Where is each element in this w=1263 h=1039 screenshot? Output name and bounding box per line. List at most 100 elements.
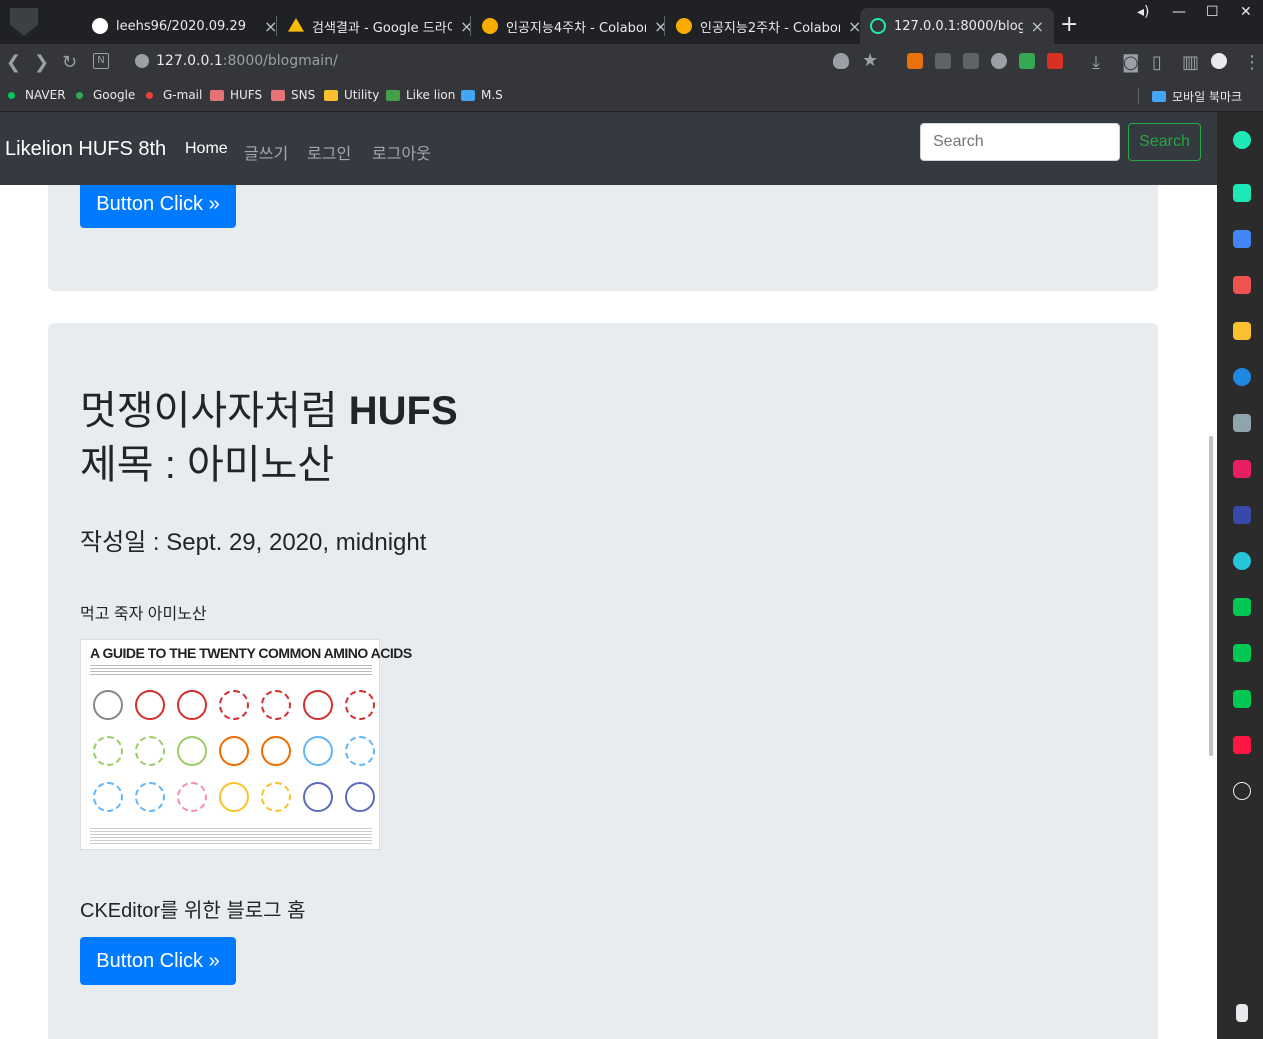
nav-write[interactable]: 글쓰기	[244, 140, 288, 164]
molecule-circle	[261, 736, 291, 766]
menu-icon[interactable]: ⋮	[1243, 52, 1261, 73]
tab-colab-2[interactable]: 인공지능2주차 - Colaboratory ×	[666, 8, 871, 44]
sidebar-toggle-icon[interactable]: ▥	[1182, 52, 1199, 73]
back-icon[interactable]: ❮	[6, 52, 21, 73]
amino-acids-image: A GUIDE TO THE TWENTY COMMON AMINO ACIDS	[80, 639, 412, 850]
whale-icon[interactable]	[1233, 131, 1251, 149]
molecule-circle	[303, 782, 333, 812]
bookmark-folder-utility[interactable]: Utility	[324, 88, 379, 102]
bookmark-folder-ms[interactable]: M.S	[461, 88, 503, 102]
map-pin-icon[interactable]	[1233, 690, 1251, 708]
loading-icon	[870, 18, 886, 34]
folder-icon	[210, 89, 224, 101]
molecule-circle	[219, 782, 249, 812]
now-icon[interactable]	[1233, 736, 1251, 754]
extension-mouse-icon[interactable]	[991, 53, 1007, 69]
tab-google-drive[interactable]: 검색결과 - Google 드라이브 ×	[278, 8, 483, 44]
button-click[interactable]: Button Click »	[80, 180, 236, 228]
bookmark-naver[interactable]: NAVER	[8, 88, 66, 102]
maximize-icon[interactable]: ☐	[1206, 4, 1219, 20]
edge-icon[interactable]	[1233, 368, 1251, 386]
search-button[interactable]: Search	[1128, 123, 1201, 161]
molecule-circle	[177, 736, 207, 766]
tab-label: 인공지능4주차 - Colaboratory	[506, 20, 646, 36]
button-click[interactable]: Button Click »	[80, 937, 236, 985]
pocket-icon[interactable]	[1233, 276, 1251, 294]
molecule-circle	[345, 782, 375, 812]
profile-avatar-icon[interactable]	[1211, 53, 1227, 69]
google-icon	[76, 91, 83, 99]
tab-divider	[470, 16, 471, 36]
twitch-icon[interactable]	[1233, 460, 1251, 478]
extension-mail-icon[interactable]	[1019, 53, 1035, 69]
panel-icon[interactable]: ▯	[1152, 52, 1162, 73]
reload-icon[interactable]: ↻	[62, 52, 77, 73]
info-icon[interactable]	[135, 54, 149, 68]
add-icon[interactable]	[1233, 782, 1251, 800]
download-icon[interactable]: ⤓	[1092, 52, 1100, 73]
extension-s-icon[interactable]	[935, 53, 951, 69]
bookmark-label: 모바일 북마크	[1172, 90, 1243, 104]
extension-i-icon[interactable]	[963, 53, 979, 69]
molecule-circle	[303, 736, 333, 766]
tab-colab-4[interactable]: 인공지능4주차 - Colaboratory ×	[472, 8, 677, 44]
url-field[interactable]: 127.0.0.1:8000/blogmain/	[156, 53, 338, 69]
navbar-brand[interactable]: Likelion HUFS 8th	[5, 138, 166, 161]
post-date: 작성일 : Sept. 29, 2020, midnight	[80, 529, 427, 556]
favorites-star-icon[interactable]	[1233, 322, 1251, 340]
folder-icon	[324, 89, 338, 101]
bookmark-label: M.S	[481, 88, 503, 102]
minimize-icon[interactable]: —	[1172, 4, 1186, 20]
star-icon[interactable]: ★	[862, 50, 878, 71]
folder-icon	[461, 89, 475, 101]
molecule-circle	[261, 690, 291, 720]
close-icon[interactable]: ×	[1031, 17, 1044, 36]
molecule-circle	[177, 690, 207, 720]
bookmark-label: Google	[93, 88, 136, 102]
folder-icon	[271, 89, 285, 101]
bookmark-folder-sns[interactable]: SNS	[271, 88, 315, 102]
briefcase-icon[interactable]	[1233, 230, 1251, 248]
nav-login[interactable]: 로그인	[307, 140, 351, 164]
browser-tab-bar: leehs96/2020.09.29 × 검색결과 - Google 드라이브 …	[0, 0, 1263, 44]
molecule-circle	[177, 782, 207, 812]
tab-blogmain[interactable]: 127.0.0.1:8000/blogmain/ ×	[860, 8, 1054, 44]
volume-icon[interactable]: ◂)	[1137, 4, 1150, 20]
new-tab-icon[interactable]: +	[1060, 12, 1078, 37]
nav-home[interactable]: Home	[185, 140, 228, 158]
alarm-icon[interactable]	[1233, 184, 1251, 202]
naver-icon	[8, 91, 15, 99]
post-heading: 멋쟁이사자처럼 HUFS	[80, 385, 458, 438]
molecule-circle	[303, 690, 333, 720]
s-app-icon[interactable]	[1233, 506, 1251, 524]
pin-icon[interactable]	[1236, 1004, 1248, 1022]
nav-logout[interactable]: 로그아웃	[372, 140, 431, 164]
tab-label: 인공지능2주차 - Colaboratory	[700, 20, 840, 36]
bookmark-google[interactable]: Google	[76, 88, 135, 102]
papago-icon[interactable]	[1233, 598, 1251, 616]
bookmark-label: NAVER	[25, 88, 66, 102]
camera-icon[interactable]: ◙	[1122, 52, 1139, 73]
book-icon[interactable]	[1233, 414, 1251, 432]
bookmark-folder-mobile[interactable]: 모바일 북마크	[1152, 88, 1242, 105]
shield-icon[interactable]	[833, 53, 849, 69]
extension-ex-icon[interactable]	[907, 53, 923, 69]
chat-icon[interactable]	[1233, 552, 1251, 570]
molecule-circle	[135, 690, 165, 720]
bookmark-folder-like-lion[interactable]: Like lion	[386, 88, 455, 102]
reader-icon[interactable]: N	[93, 53, 109, 69]
extension-red-icon[interactable]	[1047, 53, 1063, 69]
forward-icon[interactable]: ❯	[34, 52, 49, 73]
molecule-circle	[345, 690, 375, 720]
close-window-icon[interactable]: ✕	[1240, 4, 1252, 20]
search-input[interactable]	[920, 123, 1120, 161]
navbar: Likelion HUFS 8th Home 글쓰기 로그인 로그아웃 Sear…	[0, 112, 1217, 185]
tab-github[interactable]: leehs96/2020.09.29 ×	[82, 8, 287, 44]
url-host: 127.0.0.1	[156, 53, 223, 69]
google-drive-icon	[288, 18, 304, 32]
bookmark-folder-hufs[interactable]: HUFS	[210, 88, 262, 102]
molecule-circle	[261, 782, 291, 812]
webtoon-icon[interactable]	[1233, 644, 1251, 662]
bookmark-gmail[interactable]: G-mail	[146, 88, 202, 102]
scrollbar[interactable]	[1209, 436, 1213, 756]
